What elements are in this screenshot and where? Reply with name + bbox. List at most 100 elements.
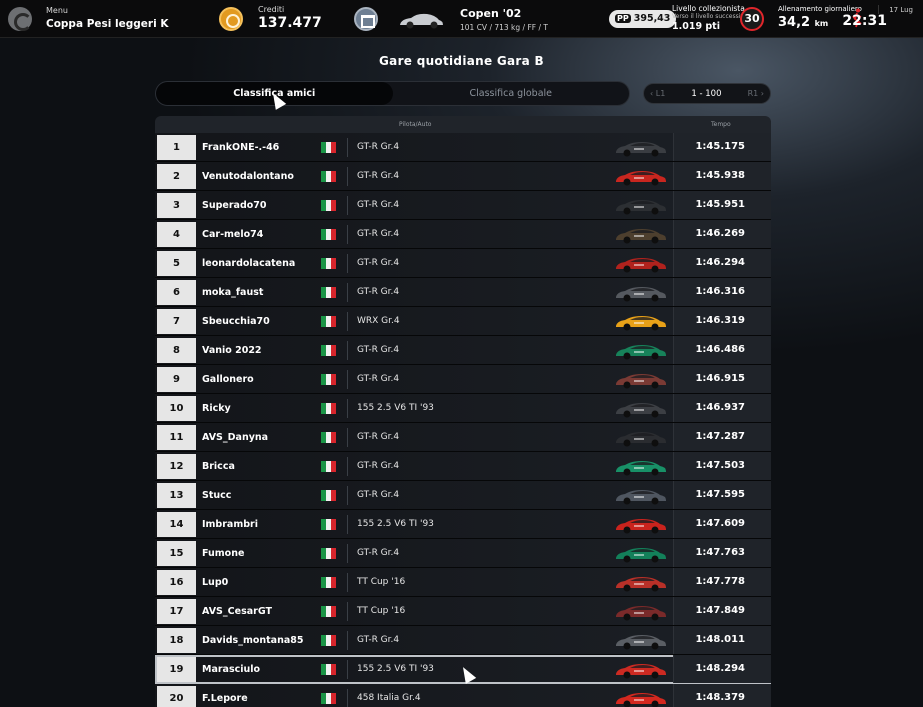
range-pager: ‹ L1 1 - 100 R1 › [643, 83, 771, 104]
gt-logo-icon[interactable] [8, 6, 32, 31]
table-row[interactable]: 20 F.Lepore 458 Italia Gr.4 1:48.379 [155, 684, 771, 707]
row-time-cell: 1:47.849 [673, 597, 771, 625]
row-car-name: GT-R Gr.4 [357, 258, 400, 268]
row-position: 15 [157, 540, 196, 566]
italy-flag-icon [321, 374, 336, 385]
collector-label: Livello collezionista [672, 4, 745, 13]
pager-range: 1 - 100 [691, 88, 722, 99]
table-row[interactable]: 4 Car-melo74 GT-R Gr.4 1:46.269 [155, 220, 771, 249]
pp-label: PP [615, 14, 631, 23]
row-car-name: GT-R Gr.4 [357, 142, 400, 152]
row-position: 17 [157, 598, 196, 624]
row-lap-time: 1:45.175 [695, 141, 745, 152]
row-time-cell: 1:47.595 [673, 481, 771, 509]
daily-label: Allenamento giornaliero [778, 5, 862, 13]
row-lap-time: 1:45.951 [695, 199, 745, 210]
pp-value: 395,43 [633, 13, 671, 24]
row-car-name: 458 Italia Gr.4 [357, 693, 421, 703]
clock: 22:31 17 Lug [842, 5, 913, 29]
daily-value: 34,2 [778, 15, 811, 30]
table-row[interactable]: 2 Venutodalontano GT-R Gr.4 1:45.938 [155, 162, 771, 191]
row-time-cell: 1:47.503 [673, 452, 771, 480]
row-position: 16 [157, 569, 196, 595]
table-row[interactable]: 6 moka_faust GT-R Gr.4 1:46.316 [155, 278, 771, 307]
collector-points: 1.019 pti [672, 21, 720, 32]
row-car-name: TT Cup '16 [357, 606, 406, 616]
car-thumbnail [616, 345, 666, 360]
table-row[interactable]: 5 leonardolacatena GT-R Gr.4 1:46.294 [155, 249, 771, 278]
row-car-name: GT-R Gr.4 [357, 287, 400, 297]
table-row[interactable]: 13 Stucc GT-R Gr.4 1:47.595 [155, 481, 771, 510]
row-time-cell: 1:47.287 [673, 423, 771, 451]
table-row[interactable]: 7 Sbeucchia70 WRX Gr.4 1:46.319 [155, 307, 771, 336]
row-time-cell: 1:45.175 [673, 133, 771, 161]
row-lap-time: 1:46.486 [695, 344, 745, 355]
row-divider [347, 138, 348, 157]
table-row[interactable]: 12 Bricca GT-R Gr.4 1:47.503 [155, 452, 771, 481]
italy-flag-icon [321, 316, 336, 327]
row-driver-name: Fumone [202, 547, 245, 559]
row-driver-name: Imbrambri [202, 518, 258, 530]
row-lap-time: 1:48.294 [695, 663, 745, 674]
row-position: 8 [157, 337, 196, 363]
table-row[interactable]: 11 AVS_Danyna GT-R Gr.4 1:47.287 [155, 423, 771, 452]
row-time-cell: 1:46.269 [673, 220, 771, 248]
row-car-name: GT-R Gr.4 [357, 490, 400, 500]
row-car-name: GT-R Gr.4 [357, 200, 400, 210]
row-driver-name: Car-melo74 [202, 228, 264, 240]
tab-global-ranking[interactable]: Classifica globale [393, 82, 630, 105]
car-spec: 101 CV / 713 kg / FF / T [460, 23, 548, 32]
table-row[interactable]: 17 AVS_CesarGT TT Cup '16 1:47.849 [155, 597, 771, 626]
car-thumbnail [616, 693, 666, 707]
menu-label: Menu [46, 5, 68, 15]
credits-display: Crediti 137.477 [258, 5, 322, 31]
italy-flag-icon [321, 519, 336, 530]
table-row[interactable]: 3 Superado70 GT-R Gr.4 1:45.951 [155, 191, 771, 220]
table-row[interactable]: 9 Gallonero GT-R Gr.4 1:46.915 [155, 365, 771, 394]
menu-button[interactable]: Menu Coppa Pesi leggeri K [46, 5, 169, 30]
row-driver-name: Superado70 [202, 199, 267, 211]
row-divider [347, 631, 348, 650]
car-thumbnail [616, 403, 666, 418]
pager-next-button[interactable]: R1 › [748, 89, 764, 98]
leaderboard-tabs: Classifica amici Classifica globale [155, 81, 630, 106]
row-lap-time: 1:47.287 [695, 431, 745, 442]
table-row[interactable]: 10 Ricky 155 2.5 V6 TI '93 1:46.937 [155, 394, 771, 423]
italy-flag-icon [321, 258, 336, 269]
pager-prev-button[interactable]: ‹ L1 [650, 89, 665, 98]
row-lap-time: 1:46.937 [695, 402, 745, 413]
row-lap-time: 1:47.849 [695, 605, 745, 616]
row-driver-name: Stucc [202, 489, 232, 501]
collector-level-display: Livello collezionista Verso il livello s… [672, 4, 748, 32]
row-lap-time: 1:46.269 [695, 228, 745, 239]
row-time-cell: 1:46.915 [673, 365, 771, 393]
row-position: 2 [157, 163, 196, 189]
row-driver-name: Vanio 2022 [202, 344, 262, 356]
row-position: 11 [157, 424, 196, 450]
italy-flag-icon [321, 461, 336, 472]
row-driver-name: AVS_Danyna [202, 431, 269, 443]
current-car-info: Copen '02 101 CV / 713 kg / FF / T [460, 7, 548, 32]
italy-flag-icon [321, 142, 336, 153]
table-body: 1 FrankONE-.-46 GT-R Gr.4 1:45.175 2 Ven… [155, 133, 771, 707]
garage-icon[interactable] [354, 7, 378, 31]
table-row[interactable]: 14 Imbrambri 155 2.5 V6 TI '93 1:47.609 [155, 510, 771, 539]
menu-event-title: Coppa Pesi leggeri K [46, 17, 169, 30]
row-lap-time: 1:48.011 [695, 634, 745, 645]
car-thumbnail [616, 432, 666, 447]
table-row[interactable]: 1 FrankONE-.-46 GT-R Gr.4 1:45.175 [155, 133, 771, 162]
table-row[interactable]: 8 Vanio 2022 GT-R Gr.4 1:46.486 [155, 336, 771, 365]
table-header: Pilota/Auto Tempo [155, 116, 771, 133]
table-row[interactable]: 16 Lup0 TT Cup '16 1:47.778 [155, 568, 771, 597]
row-divider [347, 225, 348, 244]
row-position: 13 [157, 482, 196, 508]
clock-time: 22:31 [842, 13, 887, 29]
car-thumbnail [616, 461, 666, 476]
table-row[interactable]: 15 Fumone GT-R Gr.4 1:47.763 [155, 539, 771, 568]
row-divider [347, 544, 348, 563]
table-row[interactable]: 18 Davids_montana85 GT-R Gr.4 1:48.011 [155, 626, 771, 655]
row-position: 9 [157, 366, 196, 392]
page-title: Gare quotidiane Gara B [379, 54, 544, 68]
row-time-cell: 1:46.486 [673, 336, 771, 364]
row-position: 3 [157, 192, 196, 218]
